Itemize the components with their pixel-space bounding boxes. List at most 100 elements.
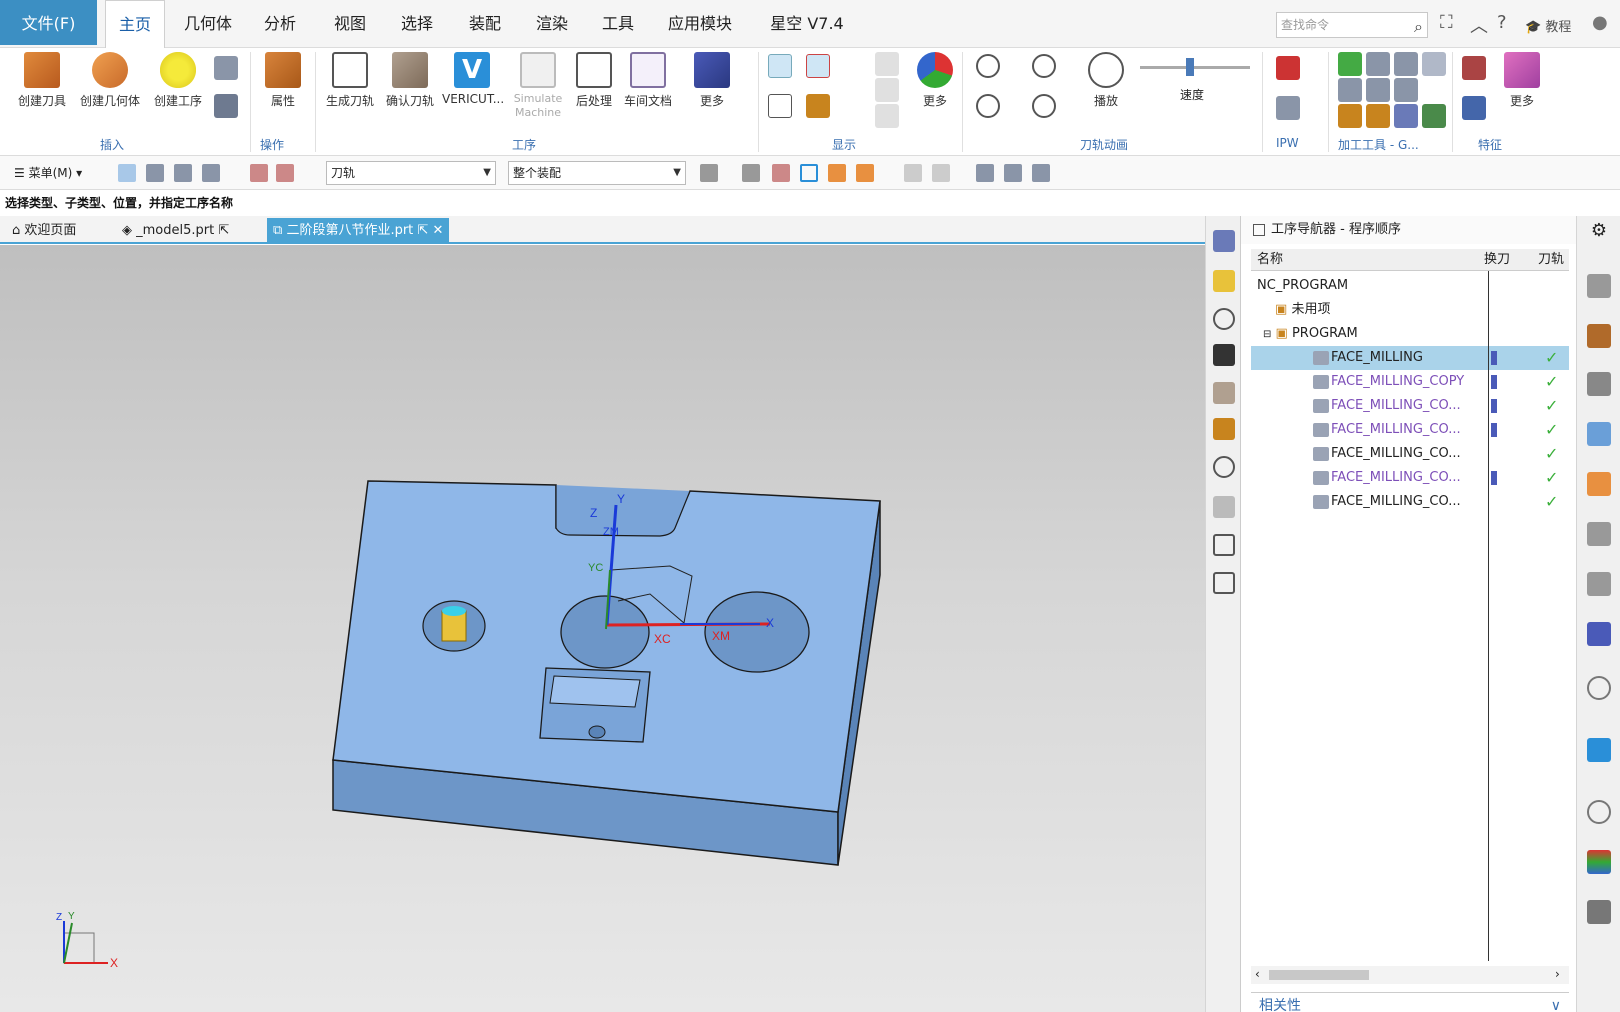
procedure-more-button[interactable]: 更多 (690, 52, 734, 109)
tutorial-link[interactable]: 🎓 教程 (1525, 16, 1571, 35)
popout-icon[interactable]: ⇱ (417, 223, 428, 238)
tool-holder-icon[interactable] (1213, 344, 1235, 366)
ipw-icon[interactable] (1276, 56, 1300, 80)
create-program-icon[interactable] (214, 56, 238, 80)
replay-icon[interactable] (1213, 572, 1235, 594)
display-toolpath-icon[interactable] (768, 54, 792, 78)
step-back-icon[interactable] (976, 54, 1000, 78)
column-name[interactable]: 名称 (1257, 249, 1283, 271)
mcs-icon[interactable] (976, 164, 994, 182)
machining-tool-3-icon[interactable] (1394, 52, 1418, 76)
display-blank-icon[interactable] (806, 54, 830, 78)
point-select-icon[interactable] (856, 164, 874, 182)
pause-icon[interactable] (1032, 54, 1056, 78)
op-row[interactable]: FACE_MILLING_CO... ✓ (1251, 394, 1569, 418)
horizontal-scrollbar[interactable]: ‹ › (1251, 966, 1569, 984)
part-model[interactable]: Z Y ZM YC XC XM X Z Y X (0, 245, 1205, 1012)
create-tool-button[interactable]: 创建刀具 (12, 52, 72, 109)
machining-tool-6-icon[interactable] (1366, 78, 1390, 102)
column-tool-change[interactable]: 换刀 (1484, 249, 1510, 271)
filter-2-icon[interactable] (276, 164, 294, 182)
op-row[interactable]: FACE_MILLING_CO... ✓ (1251, 442, 1569, 466)
eye-icon[interactable] (1213, 496, 1235, 518)
shop-documentation-button[interactable]: 车间文档 (620, 52, 676, 109)
postprocess-button[interactable]: 后处理 (572, 52, 616, 109)
move-up-icon[interactable] (875, 52, 899, 76)
assembly-scope-dropdown[interactable]: 整个装配 ▼ (508, 161, 686, 185)
scroll-right-icon[interactable]: › (1555, 967, 1560, 981)
tab-active-part[interactable]: ⧉ 二阶段第八节作业.prt ⇱ ✕ (267, 218, 450, 244)
fullscreen-icon[interactable]: ⛶ (1440, 12, 1453, 33)
pin-checkbox[interactable] (1253, 224, 1265, 236)
solid-select-icon[interactable] (828, 164, 846, 182)
hide-icon[interactable] (1213, 308, 1235, 330)
percent-icon[interactable] (1032, 164, 1050, 182)
move-down-icon[interactable] (875, 104, 899, 128)
eye-icon[interactable] (1004, 164, 1022, 182)
machining-tool-1-icon[interactable] (1338, 52, 1362, 76)
op-row[interactable]: FACE_MILLING_COPY ✓ (1251, 370, 1569, 394)
display-more-button[interactable]: 更多 (910, 52, 960, 109)
vericut-button[interactable]: V VERICUT... (442, 52, 504, 106)
roles-icon[interactable] (1587, 900, 1611, 924)
method-view-icon[interactable] (202, 164, 220, 182)
speed-slider[interactable] (1140, 58, 1250, 76)
assembly-navigator-icon[interactable] (1587, 274, 1611, 298)
column-path[interactable]: 刀轨 (1538, 249, 1564, 271)
forward-icon[interactable] (1032, 94, 1056, 118)
collapse-ribbon-icon[interactable]: ︿ (1470, 12, 1488, 38)
tree-unused-row[interactable]: ▣ 未用项 (1251, 298, 1569, 322)
clock-icon[interactable] (1587, 800, 1611, 824)
play-icon[interactable] (1213, 456, 1235, 478)
feature-navigator-icon[interactable] (1213, 270, 1235, 292)
verify-icon[interactable] (1213, 382, 1235, 404)
info-icon[interactable] (1587, 676, 1611, 700)
scroll-left-icon[interactable]: ‹ (1255, 967, 1260, 981)
hexagon-icon[interactable] (800, 164, 818, 182)
create-method-icon[interactable] (214, 94, 238, 118)
machine-navigator-icon[interactable] (1587, 472, 1611, 496)
tab-applications[interactable]: 应用模块 (660, 0, 740, 45)
tab-home[interactable]: 主页 (105, 0, 165, 49)
reuse-library-icon[interactable] (1587, 522, 1611, 546)
tab-assembly[interactable]: 装配 (460, 0, 510, 45)
collapse-icon[interactable]: ⊟ (1263, 329, 1271, 340)
operation-navigator-icon[interactable] (1213, 230, 1235, 252)
hd3d-icon[interactable] (1587, 572, 1611, 596)
palette-icon[interactable] (1587, 850, 1611, 874)
machining-tool-10-icon[interactable] (1394, 104, 1418, 128)
type-filter-dropdown[interactable]: 刀轨 ▼ (326, 161, 496, 185)
ipw-tool-icon[interactable] (1276, 96, 1300, 120)
properties-button[interactable]: 属性 (258, 52, 308, 109)
box-gray-icon[interactable] (904, 164, 922, 182)
play-button[interactable]: 播放 (1084, 52, 1128, 109)
op-row[interactable]: FACE_MILLING_CO... ✓ (1251, 490, 1569, 514)
close-icon[interactable]: ✕ (432, 223, 443, 238)
speed-slider-thumb[interactable] (1186, 58, 1194, 76)
process-navigator-icon[interactable] (1587, 622, 1611, 646)
operation-navigator-tab-icon[interactable] (1587, 422, 1611, 446)
web-browser-icon[interactable] (1587, 738, 1611, 762)
gear-icon[interactable]: ⚙ (1587, 220, 1611, 244)
snap-icon[interactable] (772, 164, 790, 182)
menu-dropdown[interactable]: ☰ 菜单(M) ▾ (14, 164, 82, 181)
dependencies-panel[interactable]: 相关性 ∨ (1251, 992, 1569, 1012)
command-search-input[interactable]: 查找命令 ⌕ (1276, 12, 1428, 38)
scroll-thumb[interactable] (1269, 970, 1369, 980)
constraint-navigator-icon[interactable] (1587, 324, 1611, 348)
generate-icon[interactable] (1213, 534, 1235, 556)
cutter-icon[interactable] (1213, 418, 1235, 440)
program-order-view-icon[interactable] (118, 164, 136, 182)
verify-toolpath-button[interactable]: 确认刀轨 (382, 52, 438, 109)
op-row[interactable]: FACE_MILLING_CO... ✓ (1251, 418, 1569, 442)
tab-view[interactable]: 视图 (325, 0, 375, 45)
box-gray-2-icon[interactable] (932, 164, 950, 182)
op-row[interactable]: FACE_MILLING ✓ (1251, 346, 1569, 370)
search-icon[interactable]: ⌕ (1414, 15, 1423, 39)
tab-xingkong[interactable]: 星空 V7.4 (762, 0, 852, 45)
tree-program-row[interactable]: ⊟ ▣ PROGRAM (1251, 322, 1569, 346)
tab-tools[interactable]: 工具 (593, 0, 643, 45)
machining-tool-7-icon[interactable] (1394, 78, 1418, 102)
machining-tool-2-icon[interactable] (1366, 52, 1390, 76)
machining-tool-11-icon[interactable] (1422, 104, 1446, 128)
